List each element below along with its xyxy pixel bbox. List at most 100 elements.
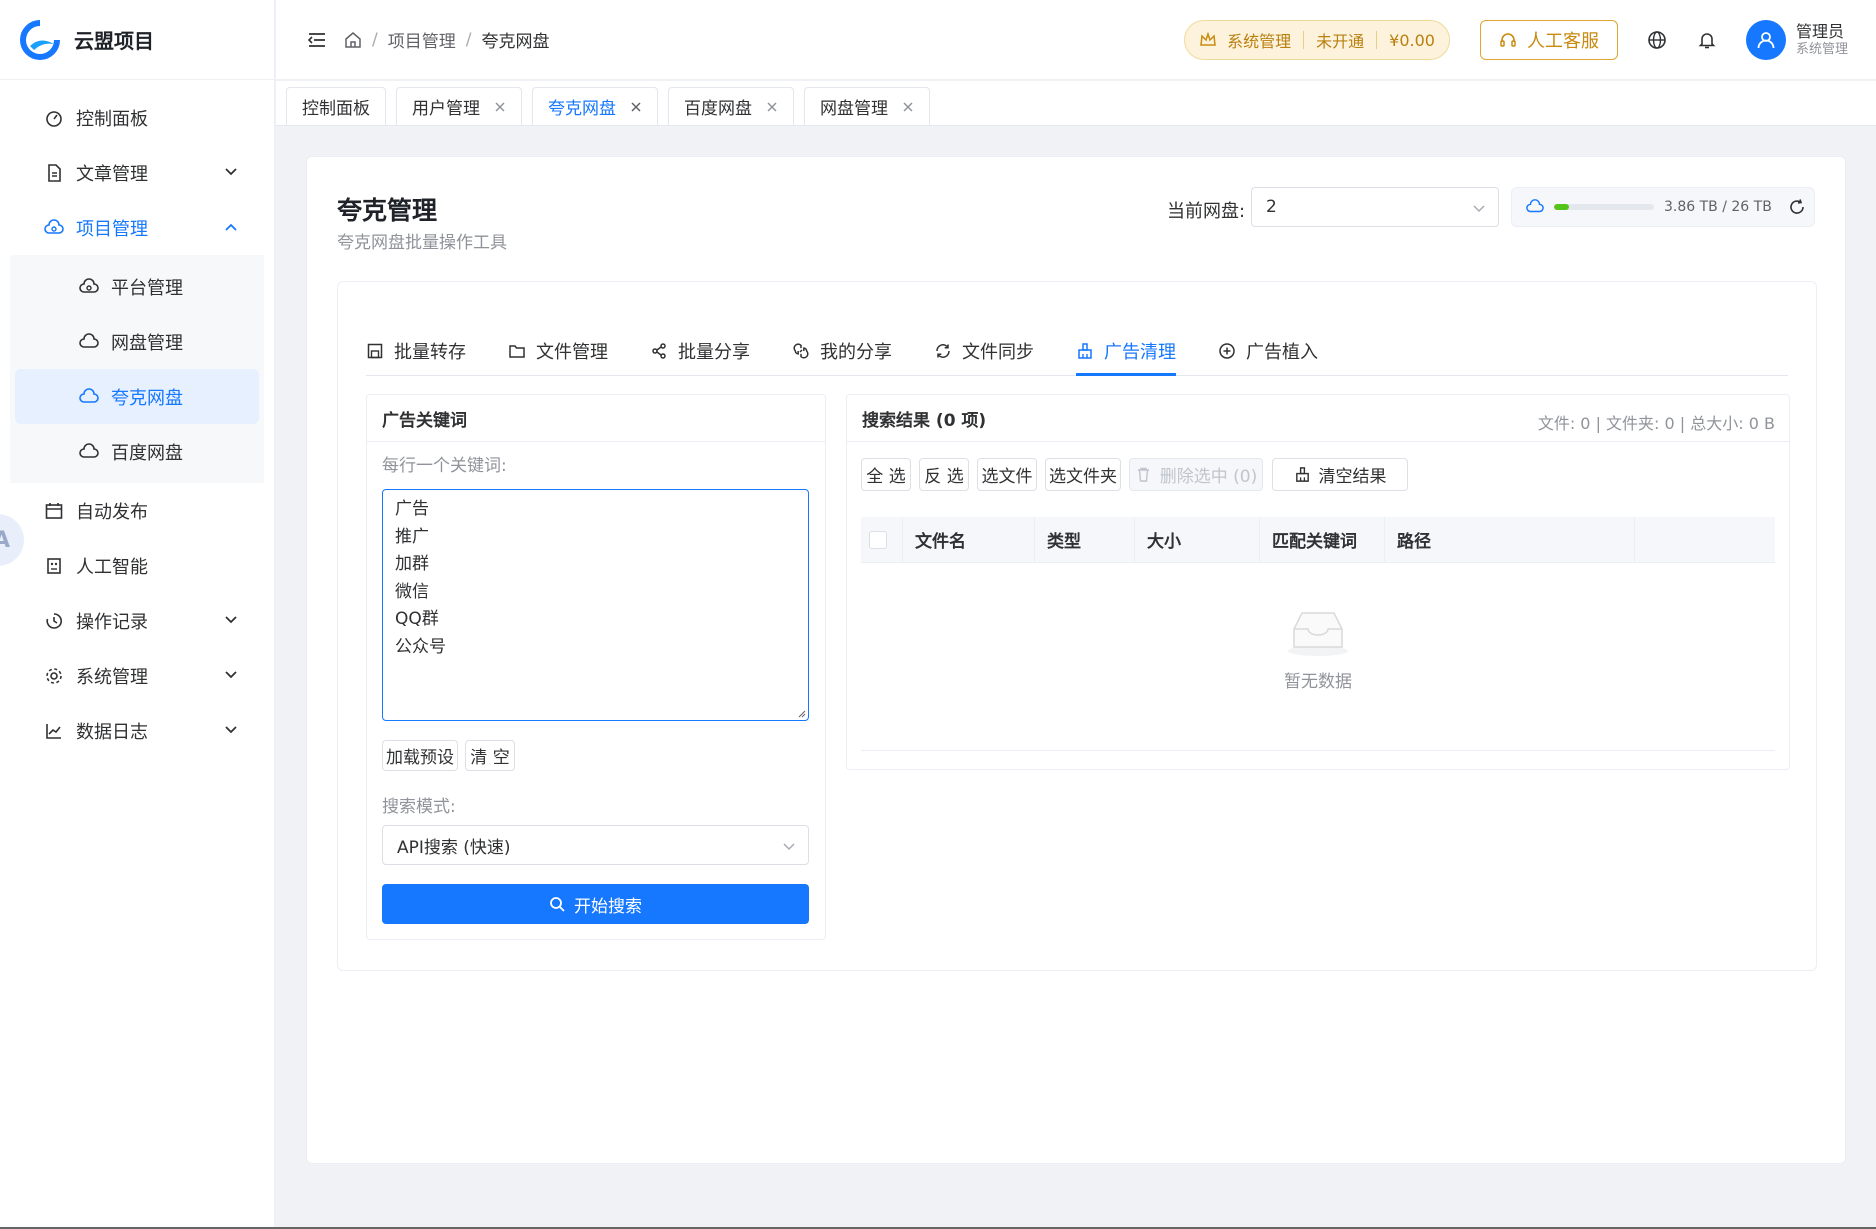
quota-text: 3.86 TB / 26 TB — [1664, 199, 1772, 215]
broom-icon — [1295, 467, 1309, 482]
top-header: / 项目管理 / 夸克网盘 系统管理 未开通 ¥0.00 人工客服 管理员 系统… — [276, 0, 1876, 80]
tab-dashboard[interactable]: 控制面板 — [286, 87, 386, 125]
delete-selected-button[interactable]: 删除选中 (0) — [1129, 458, 1263, 491]
tab-netdisk[interactable]: 网盘管理 — [804, 87, 930, 125]
func-tab-label: 我的分享 — [820, 342, 892, 363]
delete-selected-label: 删除选中 (0) — [1159, 467, 1258, 487]
func-tab-label: 文件管理 — [536, 342, 608, 363]
func-tab-ad-clean[interactable]: 广告清理 — [1076, 328, 1176, 376]
func-tab-batch-share[interactable]: 批量分享 — [650, 328, 750, 374]
app-logo-icon — [20, 19, 60, 60]
func-tab-label: 广告清理 — [1104, 342, 1176, 363]
func-tab-label: 批量分享 — [678, 342, 750, 363]
sidebar-subitem-baidu[interactable]: 百度网盘 — [15, 424, 259, 479]
divider — [1376, 31, 1378, 49]
disk-select-value: 2 — [1266, 197, 1277, 217]
sidebar-item-datalog[interactable]: 数据日志 — [0, 703, 274, 758]
sidebar-subitem-netdisk[interactable]: 网盘管理 — [15, 314, 259, 369]
select-all-checkbox[interactable] — [869, 530, 887, 549]
tab-label: 夸克网盘 — [548, 99, 616, 119]
sys-pill-status: 未开通 — [1316, 32, 1365, 51]
table-header: 文件名 类型 大小 匹配关键词 路径 — [861, 516, 1775, 563]
sidebar-item-label: 夸克网盘 — [111, 387, 183, 409]
sidebar-subitem-platform[interactable]: 平台管理 — [15, 259, 259, 314]
tab-baidu[interactable]: 百度网盘 — [668, 87, 794, 125]
quota-progress-bar — [1554, 204, 1654, 210]
header-actions: 系统管理 未开通 ¥0.00 人工客服 管理员 系统管理 — [1184, 0, 1876, 80]
sidebar-item-history[interactable]: 操作记录 — [0, 593, 274, 648]
cloud-icon — [1526, 199, 1544, 213]
sys-pill-balance: ¥0.00 — [1389, 30, 1435, 50]
sidebar-item-label: 人工智能 — [76, 556, 148, 578]
tab-users[interactable]: 用户管理 — [396, 87, 522, 125]
headset-icon — [1500, 33, 1516, 47]
select-folders-button[interactable]: 选文件夹 — [1045, 458, 1121, 491]
sidebar-item-label: 系统管理 — [76, 666, 148, 688]
sidebar-item-label: 平台管理 — [111, 277, 183, 299]
sidebar-item-system[interactable]: 系统管理 — [0, 648, 274, 703]
cloud-icon — [79, 442, 99, 458]
tab-quark[interactable]: 夸克网盘 — [532, 87, 658, 125]
invert-selection-button[interactable]: 反 选 — [919, 458, 969, 491]
menu-collapse-icon[interactable] — [306, 29, 328, 51]
th-type: 类型 — [1035, 516, 1135, 563]
brand[interactable]: 云盟项目 — [0, 0, 274, 80]
func-tab-label: 文件同步 — [962, 342, 1034, 363]
customer-service-button[interactable]: 人工客服 — [1479, 20, 1618, 60]
th-select — [861, 516, 903, 563]
func-tab-batch-save[interactable]: 批量转存 — [366, 328, 466, 374]
keyword-line: 推广 — [395, 526, 429, 547]
home-icon[interactable] — [344, 31, 362, 49]
func-tab-my-share[interactable]: 我的分享 — [792, 328, 892, 374]
keyword-line: 广告 — [395, 499, 429, 519]
results-stats: 文件: 0 | 文件夹: 0 | 总大小: 0 B — [1537, 414, 1775, 433]
select-files-button[interactable]: 选文件 — [977, 458, 1037, 491]
close-icon[interactable] — [902, 101, 914, 113]
breadcrumb-item[interactable]: 项目管理 — [388, 27, 456, 52]
search-mode-select[interactable]: API搜索 (快速) — [382, 825, 809, 865]
sidebar-subitem-quark[interactable]: 夸克网盘 — [15, 369, 259, 424]
gear-icon — [46, 667, 62, 684]
keywords-label: 每行一个关键词: — [382, 456, 507, 476]
refresh-icon[interactable] — [1788, 198, 1806, 216]
sys-pill-label: 系统管理 — [1227, 32, 1292, 51]
func-tab-file-sync[interactable]: 文件同步 — [934, 328, 1034, 374]
chevron-down-icon — [225, 726, 237, 734]
keyword-line: 加群 — [395, 554, 429, 574]
system-status-pill[interactable]: 系统管理 未开通 ¥0.00 — [1184, 20, 1450, 60]
clear-keywords-button[interactable]: 清 空 — [465, 740, 515, 771]
chart-icon — [46, 723, 61, 739]
load-preset-button[interactable]: 加载预设 — [382, 740, 458, 771]
keywords-textarea[interactable]: 广告 推广 加群 微信 QQ群 公众号 — [382, 489, 809, 721]
func-tab-file-manage[interactable]: 文件管理 — [508, 328, 608, 374]
close-icon[interactable] — [494, 101, 506, 113]
close-icon[interactable] — [630, 101, 642, 113]
sidebar-item-dashboard[interactable]: 控制面板 — [0, 90, 274, 145]
empty-state: 暂无数据 — [861, 563, 1775, 751]
search-mode-label: 搜索模式: — [382, 797, 456, 817]
sidebar-item-ai[interactable]: 人工智能 — [0, 538, 274, 593]
user-role: 系统管理 — [1795, 41, 1848, 57]
broom-icon — [1078, 343, 1092, 359]
tab-label: 控制面板 — [302, 99, 370, 119]
bell-icon[interactable] — [1696, 29, 1718, 51]
chevron-down-icon — [783, 843, 795, 851]
search-mode-value: API搜索 (快速) — [397, 837, 511, 858]
breadcrumb-separator: / — [372, 29, 378, 50]
clear-results-button[interactable]: 清空结果 — [1272, 458, 1408, 491]
sidebar-item-label: 文章管理 — [76, 163, 148, 185]
service-button-label: 人工客服 — [1526, 31, 1599, 52]
disk-select[interactable]: 2 — [1251, 187, 1499, 227]
select-all-button[interactable]: 全 选 — [861, 458, 911, 491]
globe-icon[interactable] — [1646, 29, 1668, 51]
sidebar-submenu-projects: 平台管理 网盘管理 夸克网盘 百度网盘 — [10, 255, 264, 483]
sidebar-item-autopublish[interactable]: 自动发布 — [0, 483, 274, 538]
resize-handle-icon[interactable] — [796, 708, 806, 718]
sidebar-item-projects[interactable]: 项目管理 — [0, 200, 274, 255]
sidebar-item-articles[interactable]: 文章管理 — [0, 145, 274, 200]
user-menu[interactable]: 管理员 系统管理 — [1745, 20, 1848, 60]
th-path: 路径 — [1385, 516, 1635, 563]
start-search-button[interactable]: 开始搜索 — [382, 884, 809, 924]
close-icon[interactable] — [766, 101, 778, 113]
func-tab-ad-insert[interactable]: 广告植入 — [1218, 328, 1318, 374]
